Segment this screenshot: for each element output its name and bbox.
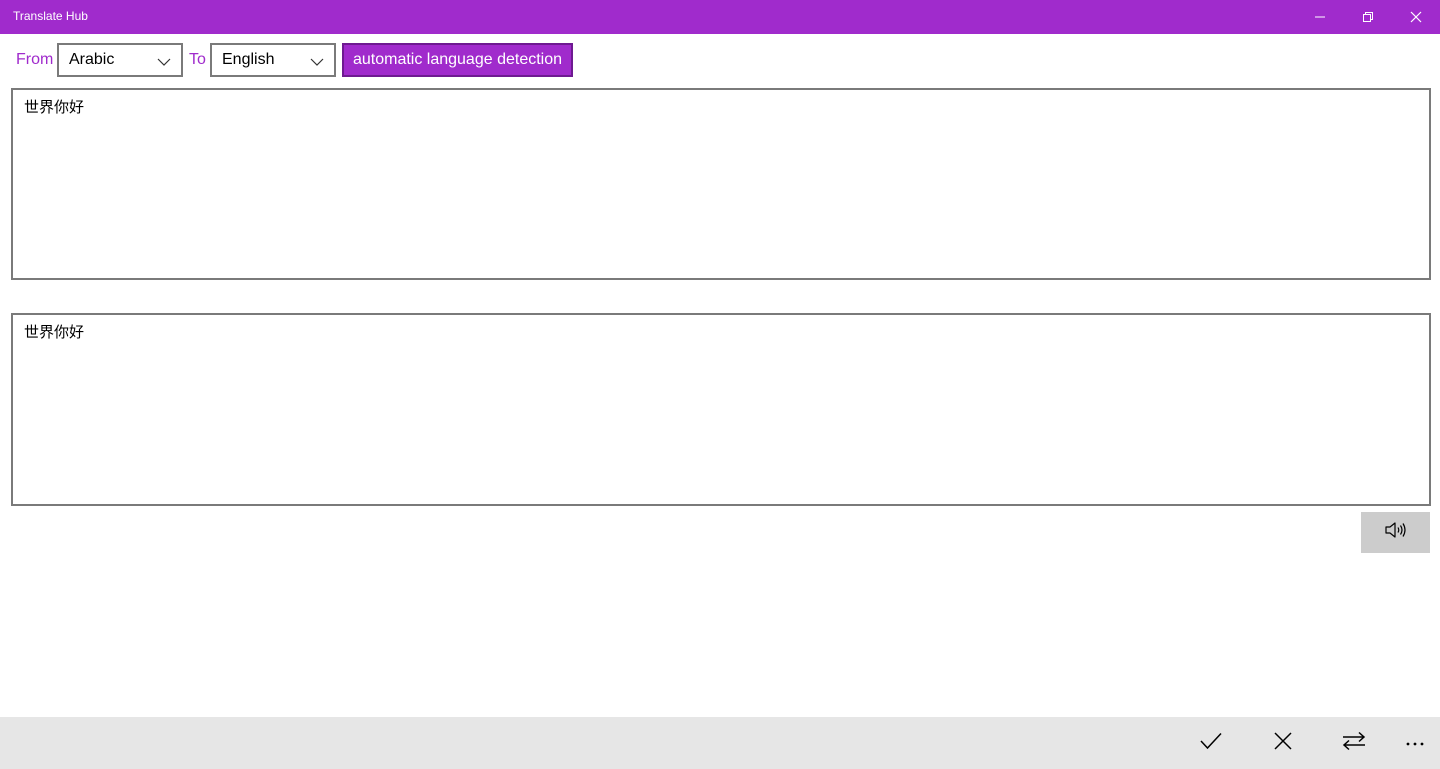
clear-button[interactable] [1253,717,1313,769]
close-window-button[interactable] [1392,0,1440,34]
minimize-button[interactable] [1296,0,1344,34]
chevron-down-icon [157,54,171,72]
from-label: From [16,51,54,68]
from-language-select[interactable]: Arabic [57,43,183,77]
chevron-down-icon [310,54,324,72]
close-icon [1410,11,1422,23]
to-label: To [189,51,206,68]
window-title: Translate Hub [13,9,88,23]
source-text-input[interactable]: 世界你好 [11,88,1431,280]
source-text: 世界你好 [24,98,85,116]
from-language-value: Arabic [69,51,115,68]
accept-button[interactable] [1181,717,1241,769]
to-language-select[interactable]: English [210,43,336,77]
command-bar [0,717,1440,769]
translation-output[interactable]: 世界你好 [11,313,1431,506]
restore-icon [1362,11,1374,23]
close-icon [1274,731,1292,755]
more-icon [1405,734,1425,752]
automatic-language-detection-button[interactable]: automatic language detection [342,43,573,77]
swap-icon [1342,731,1366,756]
speak-button[interactable] [1361,512,1430,553]
translation-text: 世界你好 [24,323,85,341]
language-bar: From Arabic To English automatic languag… [0,43,1440,77]
to-language-value: English [222,51,275,68]
minimize-icon [1314,11,1326,23]
title-bar: Translate Hub [0,0,1440,34]
checkmark-icon [1200,732,1222,755]
speaker-icon [1384,520,1408,545]
restore-button[interactable] [1344,0,1392,34]
swap-languages-button[interactable] [1324,717,1384,769]
more-options-button[interactable] [1385,717,1440,769]
